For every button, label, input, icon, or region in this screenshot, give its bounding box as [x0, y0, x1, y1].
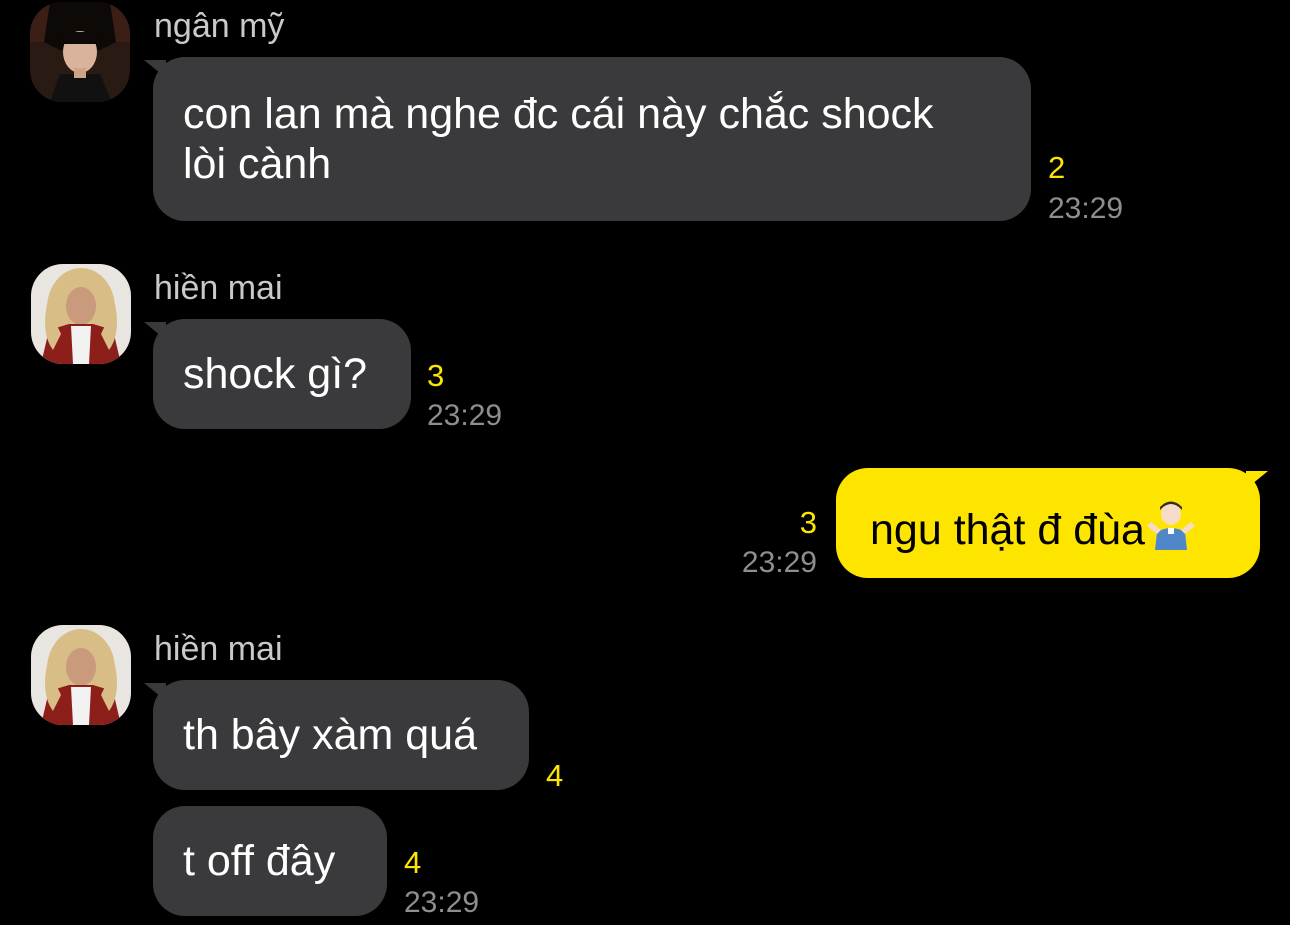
sender-name: hiền mai [154, 269, 283, 307]
unread-count: 3 [799, 505, 817, 540]
sender-name: ngân mỹ [154, 7, 285, 45]
message-text: con lan mà nghe đc cái này chắc shock [183, 90, 934, 138]
my-message-bubble[interactable]: ngu thật đ đùa [836, 468, 1260, 578]
unread-count: 3 [427, 358, 445, 393]
message-bubble[interactable]: t off đây [153, 806, 387, 916]
message-timestamp: 23:29 [1048, 192, 1124, 225]
unread-count: 2 [1048, 150, 1066, 185]
message-timestamp: 23:29 [741, 546, 817, 579]
message-timestamp: 23:29 [427, 399, 503, 432]
avatar-ngan-my[interactable] [30, 2, 130, 102]
message-bubble[interactable]: con lan mà nghe đc cái này chắc shock lò… [153, 57, 1031, 221]
message-bubble[interactable]: shock gì? [153, 319, 411, 429]
message-text: th bây xàm quá [183, 711, 478, 759]
sender-name: hiền mai [154, 630, 283, 668]
message-text: t off đây [183, 837, 336, 885]
man-shrugging-emoji [1145, 498, 1197, 561]
message-bubble[interactable]: th bây xàm quá [153, 680, 529, 790]
message-text: ngu thật đ đùa [870, 506, 1145, 554]
message-timestamp: 23:29 [404, 886, 480, 919]
message-text: lòi cành [183, 140, 332, 188]
avatar-hien-mai[interactable] [31, 264, 131, 364]
avatar-hien-mai[interactable] [31, 625, 131, 725]
unread-count: 4 [404, 845, 422, 880]
bubble-tail [1246, 471, 1268, 489]
message-text: shock gì? [183, 350, 368, 398]
unread-count: 4 [546, 758, 564, 793]
